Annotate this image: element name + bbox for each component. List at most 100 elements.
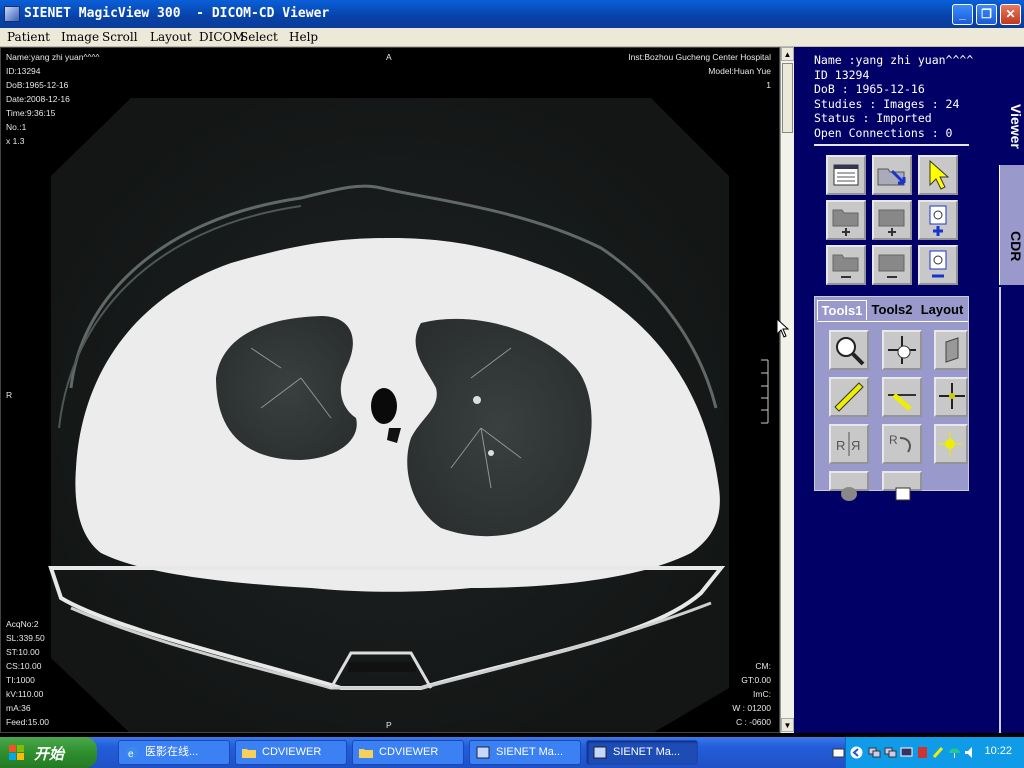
info-status: Status : Imported (814, 111, 932, 125)
blob-tool-button[interactable] (829, 471, 869, 501)
zoom-tool-button[interactable] (829, 330, 869, 370)
svg-text:R: R (889, 433, 898, 447)
menu-image[interactable]: Image (61, 30, 99, 44)
brightness-tool-button[interactable] (934, 424, 968, 464)
overlay-time: Time:9:36:15 (6, 108, 56, 118)
keyboard-icon[interactable] (832, 746, 845, 759)
overlay-series-number: 1 (766, 80, 771, 90)
crosshair-tool-button[interactable] (934, 377, 968, 417)
blob-icon (841, 487, 857, 501)
vertical-scrollbar[interactable]: ▲ ▼ (780, 47, 794, 733)
scroll-thumb[interactable] (782, 63, 793, 133)
info-studies: Studies : Images : 24 (814, 96, 960, 111)
display-icon[interactable] (900, 746, 913, 759)
task-label: SIENET Ma... (496, 746, 564, 758)
tab-divider (999, 287, 1001, 733)
start-button[interactable]: 开始 (0, 737, 97, 768)
menu-dicom[interactable]: DICOM (199, 30, 245, 44)
close-button[interactable]: ✕ (1000, 4, 1021, 25)
3d-tool-button[interactable] (934, 330, 968, 370)
select-button[interactable] (918, 155, 958, 195)
add-image-button[interactable] (918, 200, 958, 240)
remove-folder-button[interactable] (826, 245, 866, 285)
pan-move-icon (888, 336, 916, 364)
menu-scroll[interactable]: Scroll (102, 30, 138, 44)
overlay-ma: mA:36 (6, 703, 31, 713)
pen-icon[interactable] (932, 746, 945, 759)
orientation-posterior: P (386, 720, 392, 730)
svg-text:R: R (836, 438, 845, 453)
tab-tools2[interactable]: Tools2 (868, 300, 916, 320)
minimize-button[interactable]: _ (952, 4, 973, 25)
menu-select[interactable]: Select (240, 30, 278, 44)
taskbar: 开始 e 医影在线... CDVIEWER CDVIEWER SIENET Ma… (0, 737, 1024, 768)
network-icon[interactable] (868, 746, 881, 759)
task-sienet-2[interactable]: SIENET Ma... (586, 740, 698, 765)
menu-layout[interactable]: Layout (150, 30, 192, 44)
menu-help[interactable]: Help (289, 30, 318, 44)
brightness-icon (938, 432, 962, 456)
network-icon[interactable] (884, 746, 897, 759)
remove-folder-gray-icon (878, 254, 905, 278)
cube-icon (945, 337, 959, 363)
overlay-cs: CS:10.00 (6, 661, 42, 671)
task-cdviewer-1[interactable]: CDVIEWER (235, 740, 347, 765)
chevron-left-icon[interactable] (850, 746, 863, 759)
ruler-icon (834, 382, 864, 412)
pointer-icon (929, 159, 950, 190)
tab-layout[interactable]: Layout (917, 300, 967, 320)
menu-patient[interactable]: Patient (7, 30, 50, 44)
info-dob: DoB : 1965-12-16 (814, 82, 925, 96)
remove-image-icon (929, 250, 947, 278)
tab-viewer[interactable]: Viewer (999, 47, 1024, 165)
svg-text:Я: Я (851, 438, 860, 453)
scroll-down-button[interactable]: ▼ (781, 718, 794, 732)
task-browser[interactable]: e 医影在线... (118, 740, 230, 765)
open-study-button[interactable] (872, 155, 912, 195)
add-folder-button[interactable] (826, 200, 866, 240)
title-bar: SIENET MagicView 300 - DICOM-CD Viewer _… (0, 0, 1024, 28)
overlay-window-center: C : -0600 (736, 717, 771, 727)
overlay-patient-id: ID:13294 (6, 66, 41, 76)
svg-text:e: e (128, 749, 134, 759)
ct-scan-image[interactable] (1, 48, 780, 733)
tab-tools1[interactable]: Tools1 (817, 300, 867, 320)
restore-button[interactable]: ❐ (976, 4, 997, 25)
rotate-tool-button[interactable]: R (882, 424, 922, 464)
study-list-button[interactable] (826, 155, 866, 195)
overlay-model: Model:Huan Yue (708, 66, 771, 76)
study-info: Name :yang zhi yuan^^^^ ID 13294 DoB : 196… (814, 53, 973, 140)
info-connections: Open Connections : 0 (814, 125, 953, 140)
task-cdviewer-2[interactable]: CDVIEWER (352, 740, 464, 765)
overlay-ti: TI:1000 (6, 675, 35, 685)
overlay-feed: Feed:15.00 (6, 717, 50, 727)
image-viewport[interactable]: Name:yang zhi yuan^^^^ ID:13294 DoB:1965… (0, 47, 780, 733)
overlay-gt: GT:0.00 (741, 675, 771, 685)
antivirus-icon[interactable] (916, 746, 929, 759)
start-label: 开始 (34, 746, 65, 763)
document-tool-button[interactable] (882, 471, 922, 501)
info-separator (814, 144, 969, 146)
pan-tool-button[interactable] (882, 330, 922, 370)
add-folder-gray-button[interactable] (872, 200, 912, 240)
umbrella-icon[interactable] (948, 746, 961, 759)
add-image-icon (929, 205, 947, 236)
scroll-up-button[interactable]: ▲ (781, 47, 794, 61)
task-sienet-1[interactable]: SIENET Ma... (469, 740, 581, 765)
task-label: 医影在线... (145, 746, 199, 758)
app-icon (4, 6, 20, 22)
measure-tool-button[interactable] (829, 377, 869, 417)
menu-bar: Patient Image Scroll Layout DICOM Select… (0, 28, 1024, 47)
flip-tool-button[interactable]: RЯ (829, 424, 869, 464)
flip-horizontal-icon: RЯ (836, 432, 860, 456)
tab-cdr[interactable]: CDR (999, 165, 1024, 285)
remove-image-button[interactable] (918, 245, 958, 285)
add-folder-icon (832, 209, 859, 236)
list-icon (833, 164, 859, 186)
overlay-date: Date:2008-12-16 (6, 94, 70, 104)
remove-folder-gray-button[interactable] (872, 245, 912, 285)
angle-tool-button[interactable] (882, 377, 922, 417)
volume-icon[interactable] (964, 746, 977, 759)
clock[interactable]: 10:22 (984, 745, 1012, 757)
overlay-zoom: x 1.3 (6, 136, 25, 146)
